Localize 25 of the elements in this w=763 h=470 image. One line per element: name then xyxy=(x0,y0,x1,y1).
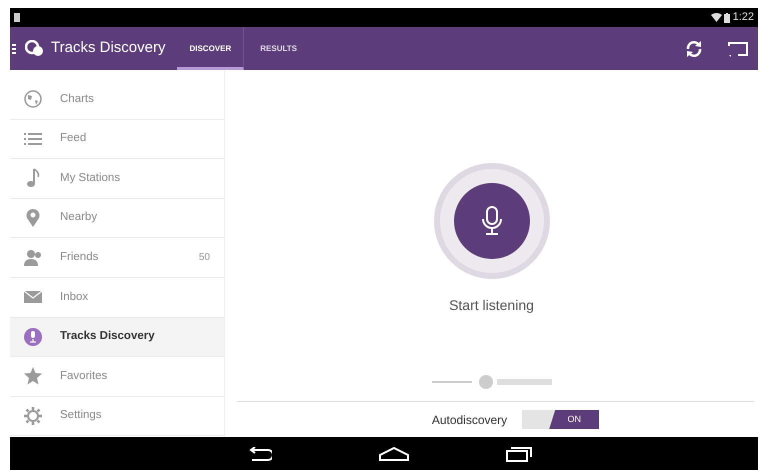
globe-icon xyxy=(23,89,43,110)
notification-icon xyxy=(14,13,20,22)
settings-icon xyxy=(23,406,43,426)
start-listening-label: Start listening xyxy=(449,296,534,315)
friends-count: 50 xyxy=(198,251,210,266)
home-icon[interactable] xyxy=(379,446,409,460)
status-time: 1:22 xyxy=(732,10,754,26)
cast-icon[interactable] xyxy=(728,40,748,56)
sidebar-item[interactable]: Tracks Discovery xyxy=(10,318,224,358)
tab[interactable]: RESULTS xyxy=(244,27,314,70)
wifi-icon xyxy=(710,13,722,22)
toggle-state: ON xyxy=(549,410,600,429)
autodiscovery-toggle[interactable]: ON xyxy=(522,410,600,429)
battery-icon xyxy=(724,12,730,22)
recent-apps-icon[interactable] xyxy=(506,446,532,462)
app-logo-icon xyxy=(25,40,45,58)
star-icon xyxy=(23,366,43,386)
autodiscovery-label: Autodiscovery xyxy=(432,412,508,428)
sync-icon[interactable] xyxy=(685,40,703,58)
people-icon xyxy=(23,248,43,268)
app-title: Tracks Discovery xyxy=(51,38,166,58)
microphone-icon xyxy=(23,326,43,347)
menu-icon[interactable] xyxy=(12,44,16,54)
microphone-icon xyxy=(480,206,502,236)
sidebar-item[interactable]: Feed xyxy=(10,120,224,160)
